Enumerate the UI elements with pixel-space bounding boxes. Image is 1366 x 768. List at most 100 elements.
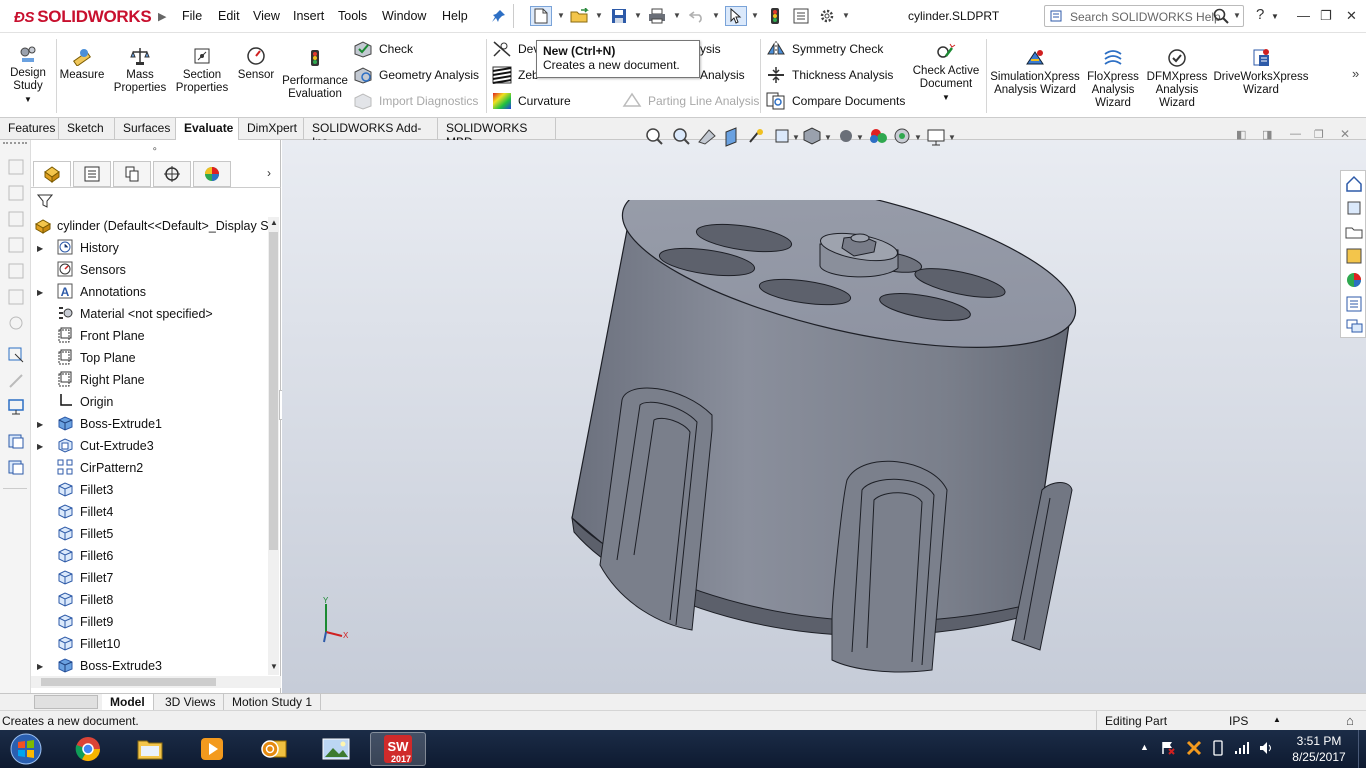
expand-arrow-icon[interactable]: ▶ (37, 662, 47, 671)
import-diagnostics-button[interactable]: Import Diagnostics (353, 91, 478, 111)
design-library-icon[interactable] (1345, 199, 1363, 217)
tab-motion-study-1[interactable]: Motion Study 1 (224, 694, 322, 710)
view-palette-icon[interactable] (1345, 247, 1363, 265)
save-dropdown-icon[interactable]: ▼ (634, 11, 642, 20)
expand-arrow-icon[interactable]: ▶ (37, 244, 47, 253)
tab-features[interactable]: Features (0, 118, 59, 139)
cylinder-model[interactable] (562, 200, 1102, 700)
undo-dropdown-icon[interactable]: ▼ (712, 11, 720, 20)
close-window-icon[interactable]: ✕ (1346, 8, 1357, 24)
select-dropdown-icon[interactable]: ▼ (751, 11, 759, 20)
expand-arrow-icon[interactable]: ▶ (37, 288, 47, 297)
dynamic-annotation-icon[interactable] (749, 129, 763, 143)
strip-tool-11-icon[interactable] (7, 432, 25, 450)
tree-item-right-plane[interactable]: Right Plane (31, 369, 267, 391)
view-orientation-icon[interactable] (775, 129, 789, 143)
tree-item-front-plane[interactable]: Front Plane (31, 325, 267, 347)
tab-display-manager[interactable] (193, 161, 231, 187)
tree-item-sensors[interactable]: Sensors (31, 259, 267, 281)
strip-tool-12-icon[interactable] (7, 458, 25, 476)
tree-root[interactable]: cylinder (Default<<Default>_Display St (31, 215, 272, 237)
custom-properties-icon[interactable] (1345, 295, 1363, 313)
file-explorer-pane-icon[interactable] (1345, 223, 1363, 241)
search-icon[interactable] (1213, 8, 1229, 27)
solidworks-logo[interactable]: ƉS SOLIDWORKS (14, 5, 152, 29)
section-view-icon[interactable] (725, 127, 737, 147)
help-question-icon[interactable]: ? (1256, 6, 1264, 23)
compare-documents-button[interactable]: Compare Documents (766, 91, 905, 111)
tree-item-material-not-specified[interactable]: Material <not specified> (31, 303, 267, 325)
tab-surfaces[interactable]: Surfaces (115, 118, 176, 139)
status-tag-icon[interactable]: ⌂ (1346, 713, 1354, 728)
tree-item-fillet6[interactable]: Fillet6 (31, 545, 267, 567)
strip-tool-9-icon[interactable] (7, 372, 25, 390)
network-flag-icon[interactable] (1160, 740, 1176, 759)
tab-dimxpert-manager[interactable] (153, 161, 191, 187)
tree-item-fillet9[interactable]: Fillet9 (31, 611, 267, 633)
tree-item-fillet4[interactable]: Fillet4 (31, 501, 267, 523)
media-player-taskbar-app[interactable] (184, 732, 240, 766)
appearances-icon[interactable] (1345, 271, 1363, 289)
strip-tool-8-icon[interactable] (7, 346, 25, 364)
search-dropdown-icon[interactable]: ▼ (1233, 11, 1241, 20)
viewport-close-icon[interactable]: ✕ (1340, 127, 1350, 141)
zoom-to-area-icon[interactable] (673, 128, 690, 145)
strip-tool-3-icon[interactable] (7, 210, 25, 228)
floxpress-button[interactable]: FloXpress Analysis Wizard (1084, 47, 1142, 110)
expand-arrow-icon[interactable]: ▶ (37, 442, 47, 451)
wifi-signal-icon[interactable] (1234, 740, 1250, 759)
view-settings-icon[interactable] (927, 129, 945, 146)
tab-dimxpert[interactable]: DimXpert (239, 118, 304, 139)
command-overflow-icon[interactable]: » (1352, 66, 1359, 81)
tree-item-fillet3[interactable]: Fillet3 (31, 479, 267, 501)
tree-item-origin[interactable]: Origin (31, 391, 267, 413)
tab-configuration-manager[interactable] (113, 161, 151, 187)
parting-line-analysis-button[interactable]: Parting Line Analysis (622, 91, 759, 111)
driveworksxpress-button[interactable]: DriveWorksXpress Wizard (1212, 47, 1310, 97)
tree-item-fillet5[interactable]: Fillet5 (31, 523, 267, 545)
strip-tool-10-icon[interactable] (7, 398, 25, 416)
start-button[interactable] (6, 731, 46, 767)
tree-item-fillet8[interactable]: Fillet8 (31, 589, 267, 611)
tab-3d-views[interactable]: 3D Views (157, 694, 225, 710)
outlook-taskbar-app[interactable] (246, 732, 302, 766)
options-gear-icon[interactable] (816, 6, 838, 26)
viewport-restore-icon[interactable]: ❐ (1314, 128, 1324, 141)
tree-item-boss-extrude3[interactable]: ▶ Boss-Extrude3 (31, 655, 267, 677)
strip-tool-2-icon[interactable] (7, 184, 25, 202)
logo-flyout-icon[interactable]: ▶ (158, 10, 166, 23)
tree-item-cirpattern2[interactable]: CirPattern2 (31, 457, 267, 479)
section-properties-button[interactable]: Section Properties (174, 45, 230, 95)
deviation-analysis-button[interactable]: Dev (492, 39, 539, 59)
apply-scene-icon[interactable] (894, 128, 910, 144)
file-properties-icon[interactable] (790, 6, 812, 26)
menu-file[interactable]: File (182, 9, 202, 23)
pin-menu-icon[interactable] (488, 6, 510, 26)
tab-model[interactable]: Model (102, 694, 154, 710)
expand-arrow-icon[interactable]: ▶ (37, 420, 47, 429)
viewport-minimize-icon[interactable]: — (1290, 128, 1301, 140)
open-document-icon[interactable] (569, 6, 591, 26)
tab-solidworks-mbd[interactable]: SOLIDWORKS MBD (438, 118, 556, 149)
filter-icon[interactable] (36, 193, 54, 212)
previous-view-icon[interactable] (698, 129, 716, 145)
edit-appearance-icon[interactable] (870, 129, 887, 143)
apply-scene-dropdown-icon[interactable]: ▼ (914, 133, 922, 142)
menu-edit[interactable]: Edit (218, 9, 240, 23)
menu-tools[interactable]: Tools (338, 9, 367, 23)
viewport-prev-icon[interactable]: ◧ (1236, 128, 1246, 141)
system-clock[interactable]: 3:51 PM 8/25/2017 (1282, 733, 1356, 765)
zoom-to-fit-icon[interactable] (646, 128, 663, 145)
simulationxpress-button[interactable]: SimulationXpress Analysis Wizard (989, 47, 1081, 97)
strip-tool-6-icon[interactable] (7, 288, 25, 306)
units-dropdown-icon[interactable]: ▲ (1273, 715, 1281, 724)
viewport-next-icon[interactable]: ◨ (1262, 128, 1272, 141)
tree-item-cut-extrude3[interactable]: ▶ Cut-Extrude3 (31, 435, 267, 457)
tree-vertical-scroll-thumb[interactable] (269, 232, 278, 550)
status-units[interactable]: IPS (1229, 714, 1248, 728)
tray-app-icon[interactable] (1186, 740, 1202, 759)
tab-feature-tree[interactable] (33, 161, 71, 187)
tree-horizontal-scroll-thumb[interactable] (41, 678, 216, 686)
strip-tool-5-icon[interactable] (7, 262, 25, 280)
restore-window-icon[interactable]: ❐ (1320, 8, 1332, 24)
